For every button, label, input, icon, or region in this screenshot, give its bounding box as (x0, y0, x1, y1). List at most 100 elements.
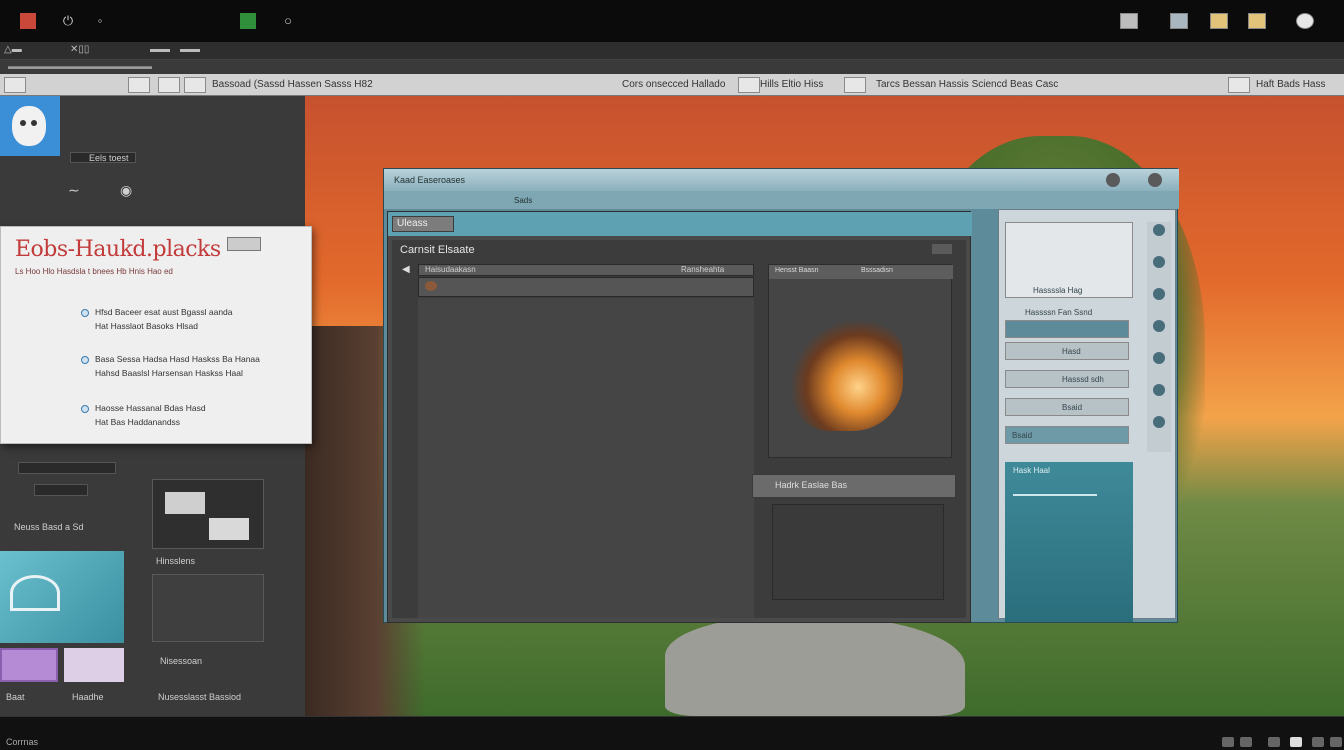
toolbar-menu-text[interactable]: Hills Eltio Hiss (760, 79, 823, 90)
thumbnail-caption: Hinsslens (156, 556, 196, 566)
circle-icon[interactable]: ○ (280, 13, 296, 29)
thumbnail-purple[interactable] (0, 648, 58, 682)
system-top-bar: ⏻ ◦ ○ (0, 0, 1344, 42)
taskbar: Corrnas (0, 716, 1344, 750)
tray-window-icon[interactable] (1120, 13, 1138, 29)
rock-shape (665, 616, 965, 716)
dialog-line-3[interactable]: Basa Sessa Hadsa Hasd Haskss Ba Hanaa (95, 354, 260, 364)
avatar-face (12, 106, 46, 146)
trash-icon[interactable] (1153, 416, 1165, 428)
list-header-row[interactable]: Haisudaakasn Ransheahta (418, 264, 754, 276)
sidebar-tag[interactable]: Eels toest (70, 152, 136, 163)
toolbar-home-button[interactable] (158, 77, 180, 93)
sidebar-item-1[interactable]: Neuss Basd a Sd (14, 522, 84, 532)
collapse-icon[interactable]: ◀ (402, 264, 410, 275)
sidebar-footer-left[interactable]: Baat (6, 692, 25, 702)
menu-item-file[interactable]: △▬ (4, 44, 22, 55)
tray-files-icon[interactable] (1248, 13, 1266, 29)
right-panel-row-3[interactable]: Hasd (1005, 342, 1129, 360)
dialog-line-5[interactable]: Haosse Hassanal Bdas Hasd (95, 403, 206, 413)
right-panel-row-2: Hassssn Fan Ssnd (1025, 308, 1093, 317)
settings-icon[interactable] (1153, 224, 1165, 236)
image-icon[interactable] (1153, 288, 1165, 300)
thumbnail-lilac[interactable] (64, 648, 124, 682)
tray-battery-icon[interactable] (1268, 737, 1280, 747)
link-icon[interactable] (1153, 352, 1165, 364)
close-icon[interactable] (1148, 173, 1162, 187)
list-row[interactable] (418, 277, 754, 297)
toolbar-check-button[interactable] (844, 77, 866, 93)
right-panel-row-3-label: Hasd (1062, 347, 1081, 356)
toolbar-options-button[interactable] (1228, 77, 1250, 93)
section-menu-button[interactable] (932, 244, 952, 254)
tab-uleass[interactable]: Uleass (392, 216, 454, 232)
dialog-close-button[interactable] (227, 237, 261, 251)
share-icon[interactable] (1153, 320, 1165, 332)
tray-folder-icon[interactable] (1210, 13, 1228, 29)
address-bar[interactable]: ▬▬▬▬▬▬▬▬▬▬▬▬▬▬▬▬ (0, 60, 1344, 74)
thumbnail-sketch-fill-2 (209, 518, 249, 540)
menu-item-view[interactable]: ▬▬ (150, 44, 170, 55)
dialog-line-1[interactable]: Hfsd Baceer esat aust Bgassl aanda (95, 307, 233, 317)
window-titlebar[interactable]: Kaad Easeroases (384, 169, 1179, 191)
right-panel-row-6[interactable]: Bsaid (1005, 426, 1129, 444)
right-panel-row-5[interactable]: Bsaid (1005, 398, 1129, 416)
chat-icon[interactable]: ◦ (92, 13, 108, 29)
toolbar-end-text[interactable]: Haft Bads Hass (1256, 79, 1325, 90)
info-icon[interactable] (1153, 384, 1165, 396)
sidebar-search-field[interactable] (18, 462, 116, 474)
menu-item-edit[interactable]: ✕▯▯ (70, 44, 89, 55)
tray-user-icon[interactable] (1296, 13, 1314, 29)
status-button[interactable]: Hadrk Easlae Bas (752, 474, 956, 498)
sidebar-footer-mid[interactable]: Haadhe (72, 692, 104, 702)
list-area[interactable] (418, 298, 754, 618)
tray-volume-icon[interactable] (1240, 737, 1252, 747)
dialog-title: Eobs-Haukd.placks (15, 237, 221, 262)
inner-panel-body: Carnsit Elsaate ◀ Haisudaakasn Ransheaht… (392, 240, 966, 618)
right-panel-row-4[interactable]: Hasssd sdh (1005, 370, 1129, 388)
dialog-line-6: Hat Bas Haddanandss (95, 417, 181, 427)
toolbar-left-text: Bassoad (Sassd Hassen Sasss H82 (212, 79, 373, 90)
avatar[interactable] (0, 96, 60, 156)
thumbnail-teal[interactable] (0, 551, 124, 643)
thumbnail-sketch-fill (165, 492, 205, 514)
tray-more-icon[interactable] (1330, 737, 1342, 747)
inner-panel: Uleass Carnsit Elsaate ◀ Haisudaakasn Ra… (387, 211, 972, 623)
right-panel-row-6-label: Bsaid (1012, 431, 1033, 440)
menu-bar: △▬ ✕▯▯ ▬▬ ▬▬ (0, 42, 1344, 60)
toolbar-back-button[interactable] (4, 77, 26, 93)
preview-tab-2[interactable]: Bsssadisn (861, 267, 893, 274)
toolbar-refresh-button[interactable] (128, 77, 150, 93)
tray-notification-icon[interactable] (1290, 737, 1302, 747)
toolbar-bookmark-button[interactable] (184, 77, 206, 93)
right-panel-row-4-label: Hasssd sdh (1062, 375, 1104, 384)
tray-clock-icon[interactable] (1312, 737, 1324, 747)
right-panel: Hassssla Hag Hassssn Fan Ssnd Hasd Hasss… (998, 209, 1176, 622)
right-panel-bar[interactable] (1005, 320, 1129, 338)
preview-tab-1[interactable]: Hensst Baasn (775, 267, 819, 274)
taskbar-label[interactable]: Corrnas (6, 737, 38, 747)
power-icon[interactable]: ⏻ (60, 13, 76, 29)
toolbar-filter-button[interactable] (738, 77, 760, 93)
window-subbar-label[interactable]: Sads (514, 196, 532, 205)
thumbnail-teal-shape (10, 575, 60, 611)
lock-icon[interactable]: ◉ (120, 182, 132, 199)
thumbnail-gray[interactable] (152, 574, 264, 642)
sidebar-footer-right[interactable]: Nusesslasst Bassiod (158, 692, 241, 702)
sidebar-item-2[interactable]: Nisessoan (160, 656, 202, 666)
address-text: ▬▬▬▬▬▬▬▬▬▬▬▬▬▬▬▬ (8, 61, 152, 71)
camera-icon[interactable] (1153, 256, 1165, 268)
sidebar-filter-field[interactable] (34, 484, 88, 496)
item-icon (425, 281, 437, 291)
wave-icon[interactable]: ∼ (68, 182, 80, 199)
app-green-icon[interactable] (240, 13, 256, 29)
menu-item-tools[interactable]: ▬▬ (180, 44, 200, 55)
minimize-icon[interactable] (1106, 173, 1120, 187)
right-panel-teal-label: Hask Haal (1013, 466, 1050, 475)
right-panel-teal-card[interactable]: Hask Haal (1005, 462, 1133, 622)
thumbnail-sketch[interactable] (152, 479, 264, 549)
app-red-icon[interactable] (20, 13, 36, 29)
tray-network-icon[interactable] (1222, 737, 1234, 747)
tray-screen-icon[interactable] (1170, 13, 1188, 29)
progress-line (1013, 494, 1097, 496)
